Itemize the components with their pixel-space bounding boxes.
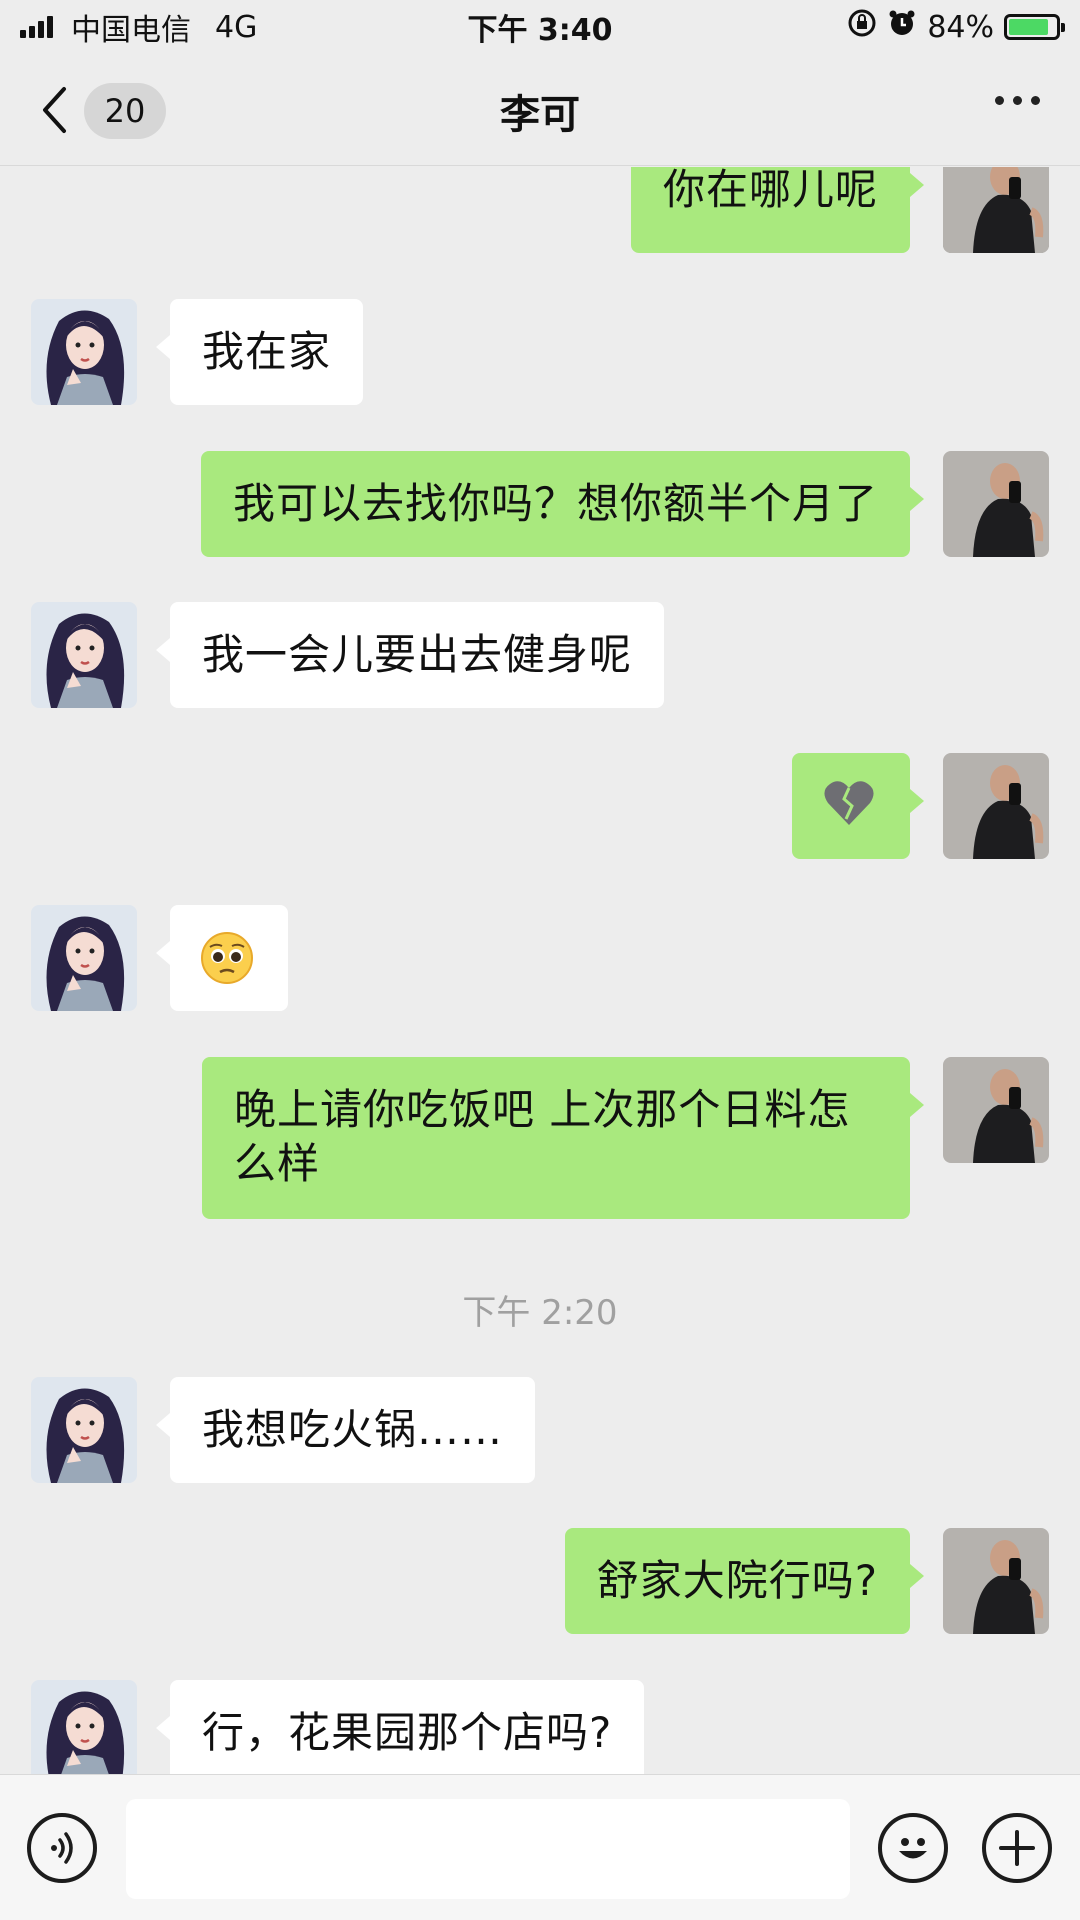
network-label: 4G	[215, 9, 258, 45]
outgoing-message-bubble[interactable]: 舒家大院行吗?	[564, 1528, 925, 1634]
outgoing-emoji-bubble[interactable]	[792, 753, 924, 859]
pleading-face-icon	[201, 932, 253, 984]
battery-percent: 84%	[927, 9, 994, 45]
incoming-message-bubble[interactable]: 我一会儿要出去健身呢	[155, 602, 665, 708]
contact-avatar[interactable]	[31, 602, 137, 708]
status-left: 中国电信 4G	[20, 5, 420, 49]
my-avatar[interactable]	[943, 1057, 1049, 1163]
status-bar: 中国电信 4G 下午 3:40 84%	[0, 0, 1080, 54]
lock-rotation-icon	[847, 8, 877, 46]
plus-icon[interactable]	[982, 1813, 1052, 1883]
status-right: 84%	[660, 8, 1065, 46]
signal-icon	[20, 16, 53, 38]
chat-title: 李可	[500, 92, 580, 138]
incoming-emoji-bubble[interactable]	[156, 905, 288, 1011]
voice-icon[interactable]	[27, 1813, 97, 1883]
incoming-message-bubble[interactable]: 我在家	[155, 299, 364, 405]
message-input[interactable]	[126, 1799, 850, 1899]
contact-avatar[interactable]	[31, 299, 137, 405]
outgoing-message-bubble[interactable]: 晚上请你吃饭吧 上次那个日料怎么样	[202, 1057, 924, 1219]
input-bar	[0, 1774, 1080, 1920]
my-avatar[interactable]	[943, 753, 1049, 859]
timestamp: 下午 2:20	[462, 1293, 618, 1333]
outgoing-message-bubble[interactable]: 我可以去找你吗？想你额半个月了	[200, 451, 925, 557]
incoming-message-bubble[interactable]: 行，花果园那个店吗?	[155, 1680, 645, 1774]
outgoing-message-bubble[interactable]: 你在哪儿呢	[630, 167, 925, 253]
battery-fill	[1009, 19, 1048, 35]
contact-avatar[interactable]	[31, 1377, 137, 1483]
unread-count-badge[interactable]: 20	[84, 83, 166, 139]
battery-icon	[1004, 14, 1065, 40]
contact-avatar[interactable]	[31, 905, 137, 1011]
broken-heart-icon	[824, 781, 874, 825]
chat-messages[interactable]: 你在哪儿呢 我在家 我可以去找你吗？想你额半个月了 我一会儿要出去健身呢 晚上请…	[0, 167, 1080, 1774]
more-icon[interactable]	[995, 96, 1040, 105]
my-avatar[interactable]	[943, 1528, 1049, 1634]
emoji-icon[interactable]	[878, 1813, 948, 1883]
status-time: 下午 3:40	[467, 13, 613, 48]
alarm-icon	[887, 8, 917, 46]
incoming-message-bubble[interactable]: 我想吃火锅……	[155, 1377, 536, 1483]
my-avatar[interactable]	[943, 451, 1049, 557]
nav-bar: 20 李可	[0, 54, 1080, 166]
back-button[interactable]	[40, 84, 80, 136]
contact-avatar[interactable]	[31, 1680, 137, 1774]
back-chevron-icon	[43, 87, 66, 133]
carrier-label: 中国电信	[71, 13, 191, 48]
my-avatar[interactable]	[943, 167, 1049, 253]
